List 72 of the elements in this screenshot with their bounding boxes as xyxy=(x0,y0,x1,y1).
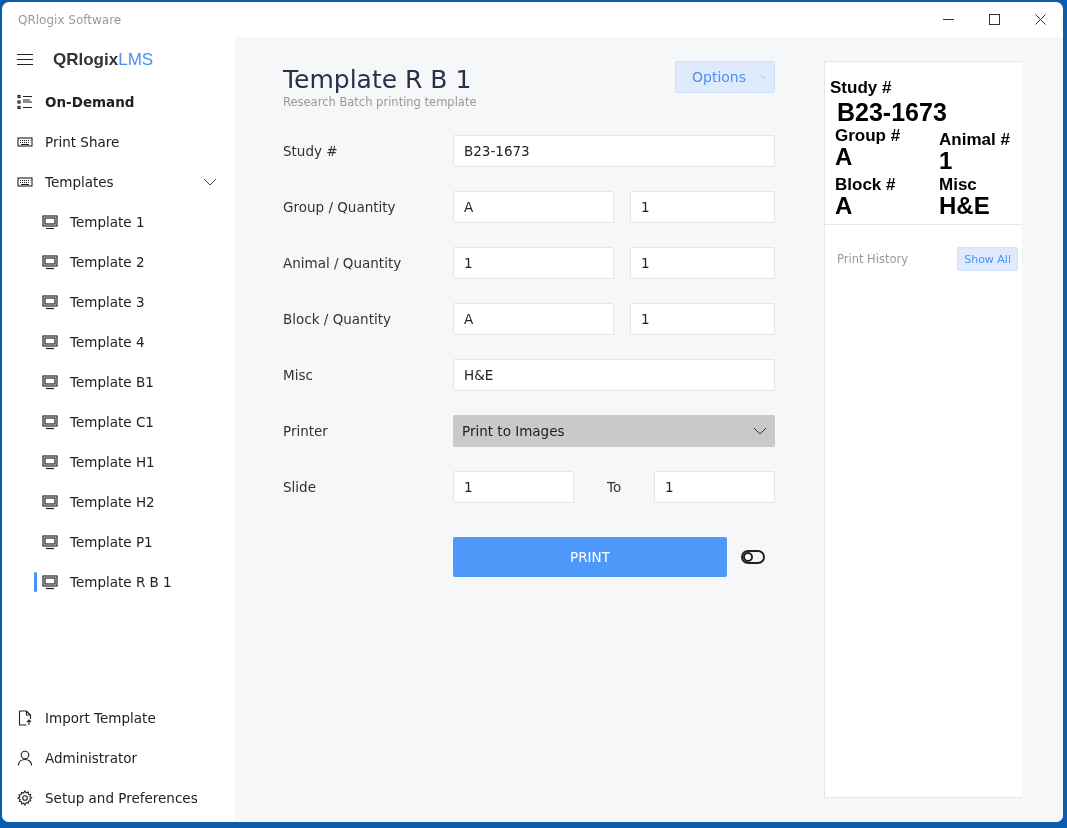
close-icon xyxy=(1034,14,1046,25)
input-field[interactable]: A xyxy=(453,191,614,223)
preview-value: H&E xyxy=(939,194,991,218)
app-logo: QRlogixLMS xyxy=(53,49,154,70)
print-history-label: Print History xyxy=(837,252,909,266)
input-field[interactable]: 1 xyxy=(453,247,614,279)
monitor-icon xyxy=(42,534,58,550)
template-item[interactable]: Template R B 1 xyxy=(2,562,235,602)
file-icon xyxy=(17,710,33,726)
monitor-icon xyxy=(42,214,58,230)
monitor-icon xyxy=(42,494,58,510)
monitor-icon xyxy=(42,294,58,310)
quantity-field[interactable]: 1 xyxy=(630,247,775,279)
nav-item[interactable]: Import Template xyxy=(2,698,235,738)
range-label: To xyxy=(606,479,623,495)
list-icon xyxy=(17,94,33,110)
template-title: Template R B 1 xyxy=(283,65,473,95)
template-item[interactable]: Template 3 xyxy=(2,282,235,322)
person-icon xyxy=(17,750,33,766)
input-field[interactable]: 1 xyxy=(654,471,775,503)
monitor-icon xyxy=(42,374,58,390)
input-field[interactable]: B23-1673 xyxy=(453,135,775,167)
preview-label: Block # xyxy=(835,175,897,194)
preview-value: A xyxy=(835,145,853,169)
settings-icon xyxy=(17,790,33,806)
field-label: Animal / Quantity xyxy=(283,255,403,271)
template-item[interactable]: Template 1 xyxy=(2,202,235,242)
field-label: Slide xyxy=(283,479,317,495)
quantity-field[interactable]: 1 xyxy=(630,303,775,335)
nav-item[interactable]: On-Demand xyxy=(2,82,235,122)
field-label: Study # xyxy=(283,143,339,159)
nav-item[interactable]: Templates xyxy=(2,162,235,202)
template-item[interactable]: Template B1 xyxy=(2,362,235,402)
preview-label: Group # xyxy=(835,126,902,145)
monitor-icon xyxy=(42,574,58,590)
template-subtitle: Research Batch printing template xyxy=(283,95,477,109)
preview-label: Study # xyxy=(830,78,893,98)
field-label: Group / Quantity xyxy=(283,199,397,215)
monitor-icon xyxy=(42,414,58,430)
monitor-icon xyxy=(42,454,58,470)
field-label: Block / Quantity xyxy=(283,311,392,327)
monitor-icon xyxy=(42,334,58,350)
chevron-icon xyxy=(760,73,766,81)
input-field[interactable]: A xyxy=(453,303,614,335)
toggle-switch[interactable] xyxy=(741,550,765,564)
preview-label: Animal # xyxy=(939,130,1011,149)
maximize-icon xyxy=(988,14,1000,25)
preview-value: 1 xyxy=(939,149,954,173)
keyboard-icon xyxy=(17,174,33,190)
menu-icon[interactable] xyxy=(17,52,33,67)
template-item[interactable]: Template 2 xyxy=(2,242,235,282)
keyboard-icon xyxy=(17,134,33,150)
chevron-icon xyxy=(753,427,767,435)
preview-label: Misc xyxy=(939,175,978,194)
template-item[interactable]: Template P1 xyxy=(2,522,235,562)
nav-item[interactable]: Setup and Preferences xyxy=(2,778,235,818)
template-item[interactable]: Template 4 xyxy=(2,322,235,362)
window-title: QRlogix Software xyxy=(17,12,123,27)
printer-dropdown[interactable]: Print to Images xyxy=(453,415,775,447)
template-item[interactable]: Template C1 xyxy=(2,402,235,442)
monitor-icon xyxy=(42,254,58,270)
template-item[interactable]: Template H1 xyxy=(2,442,235,482)
input-field[interactable]: H&E xyxy=(453,359,775,391)
quantity-field[interactable]: 1 xyxy=(630,191,775,223)
input-field[interactable]: 1 xyxy=(453,471,574,503)
preview-value: A xyxy=(835,194,854,218)
template-item[interactable]: Template H2 xyxy=(2,482,235,522)
preview-value: B23-1673 xyxy=(836,98,948,126)
field-label: Printer xyxy=(283,423,329,439)
nav-item[interactable]: Print Share xyxy=(2,122,235,162)
field-label: Misc xyxy=(283,367,314,383)
nav-item[interactable]: Administrator xyxy=(2,738,235,778)
